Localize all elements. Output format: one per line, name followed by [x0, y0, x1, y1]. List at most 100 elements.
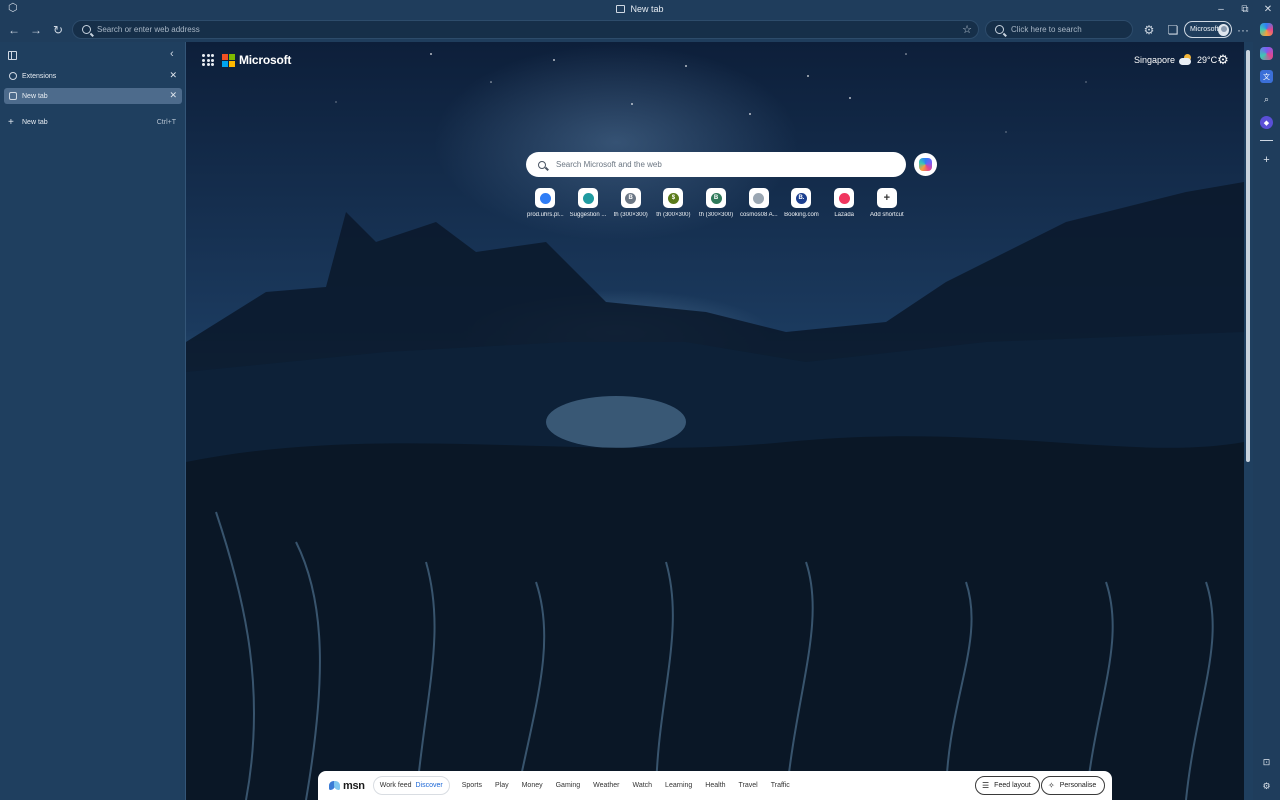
minimize-button[interactable]: – — [1210, 0, 1232, 18]
hide-sidebar-icon[interactable]: ⊡ — [1260, 756, 1273, 769]
quick-link-tile[interactable]: Lazada — [823, 188, 866, 218]
tab-icon — [616, 5, 626, 13]
quick-link-tile[interactable]: B. Booking.com — [780, 188, 823, 218]
msn-logo[interactable]: msn — [329, 780, 365, 792]
forward-button[interactable]: → — [27, 21, 45, 39]
search-icon — [82, 25, 91, 34]
quick-link-tile[interactable]: Bth (300×300) — [609, 188, 652, 218]
quick-link-icon-tile: B. — [791, 188, 812, 208]
category-weather[interactable]: Weather — [593, 782, 619, 789]
category-traffic[interactable]: Traffic — [771, 782, 790, 789]
quick-link-icon-tile: B — [620, 188, 641, 208]
quick-link-label: Add shortcut — [870, 212, 904, 218]
close-tab-icon[interactable]: ✕ — [169, 90, 177, 101]
sidebar-settings-gear-icon[interactable]: ⚙ — [1260, 780, 1273, 793]
bing-search-box[interactable] — [985, 20, 1133, 39]
site-favicon-icon — [753, 192, 765, 204]
quick-link-tile[interactable]: Bth (300×300) — [695, 188, 738, 218]
quick-link-tile[interactable]: Suggestion ... — [567, 188, 610, 218]
close-window-button[interactable]: ✕ — [1257, 0, 1279, 18]
sidebar-divider — [1260, 140, 1273, 141]
plus-icon: + — [881, 192, 893, 204]
vertical-tabs-header: ‹ — [0, 48, 186, 64]
new-tab-page: Microsoft Singapore 29°C ⚙ prod.uhrs.pl.… — [186, 42, 1244, 800]
sparkle-icon: ✧ — [1048, 781, 1055, 790]
feed-layout-button[interactable]: ☰ Feed layout — [975, 776, 1040, 795]
new-tab-label: New tab — [22, 118, 48, 126]
copilot-icon — [919, 158, 932, 171]
category-travel[interactable]: Travel — [739, 782, 758, 789]
plus-icon: + — [8, 116, 14, 128]
site-favicon-icon — [539, 192, 551, 204]
site-favicon-icon — [838, 192, 850, 204]
collections-icon[interactable]: ❏ — [1164, 21, 1182, 39]
copilot-button[interactable] — [914, 153, 937, 176]
quick-link-label: th (300×300) — [656, 212, 691, 218]
quick-link-label: prod.uhrs.pl... — [527, 212, 564, 218]
add-shortcut-button[interactable]: + Add shortcut — [866, 188, 909, 218]
scrollbar-thumb[interactable] — [1246, 50, 1250, 462]
profile-label: Microsoft — [1190, 26, 1219, 33]
apps-launcher-icon[interactable] — [202, 54, 214, 66]
site-favicon-icon: B — [710, 192, 722, 204]
page-settings-gear-icon[interactable]: ⚙ — [1216, 53, 1230, 67]
profile-button[interactable]: Microsoft — [1184, 21, 1232, 38]
personalise-button[interactable]: ✧ Personalise — [1041, 776, 1106, 795]
extensions-icon[interactable]: ⚙ — [1140, 21, 1158, 39]
address-input[interactable] — [97, 25, 937, 34]
sliders-icon: ☰ — [982, 781, 990, 790]
category-health[interactable]: Health — [705, 782, 725, 789]
quick-link-label: Booking.com — [784, 212, 819, 218]
search-icon[interactable]: ⌕ — [1260, 93, 1273, 106]
search-icon — [995, 25, 1004, 34]
tab-work-feed[interactable]: Work feed — [378, 782, 414, 789]
weather-widget[interactable]: Singapore 29°C — [1134, 53, 1217, 65]
quick-link-icon-tile: + — [876, 188, 897, 208]
quick-link-tile[interactable]: cosmos08 A... — [737, 188, 780, 218]
new-tab-button[interactable]: + New tab Ctrl+T — [4, 114, 182, 130]
m365-icon[interactable]: ◆ — [1260, 116, 1273, 129]
feed-layout-label: Feed layout — [994, 782, 1031, 789]
quick-link-tile[interactable]: $ th (300×300) — [652, 188, 695, 218]
tab-extensions[interactable]: Extensions ✕ — [4, 68, 182, 84]
partly-cloudy-icon — [1179, 53, 1193, 65]
favorite-star-icon[interactable]: ☆ — [962, 23, 972, 36]
quick-link-label: Suggestion ... — [569, 212, 607, 218]
category-gaming[interactable]: Gaming — [556, 782, 581, 789]
category-money[interactable]: Money — [522, 782, 543, 789]
tab-label: New tab — [22, 92, 48, 100]
category-watch[interactable]: Watch — [632, 782, 652, 789]
microsoft-logo-icon — [222, 53, 235, 67]
browser-toolbar: ← → ↻ ☆ ⚙ ❏ Microsoft ··· — [0, 18, 1280, 42]
bing-search-input[interactable] — [1011, 25, 1131, 34]
close-tab-icon[interactable]: ✕ — [169, 70, 177, 81]
refresh-button[interactable]: ↻ — [49, 21, 67, 39]
tab-actions-icon[interactable] — [8, 51, 17, 60]
add-sidebar-app-icon[interactable]: + — [1260, 153, 1273, 166]
category-sports[interactable]: Sports — [462, 782, 482, 789]
quick-link-label: cosmos08 A... — [739, 212, 778, 218]
title-bar: ⬡ New tab – ⧉ ✕ — [0, 0, 1280, 18]
web-search-input[interactable] — [556, 160, 886, 169]
restore-button[interactable]: ⧉ — [1234, 0, 1256, 18]
tab-discover[interactable]: Discover — [414, 782, 445, 789]
copilot-icon[interactable] — [1260, 23, 1273, 36]
quick-link-label: th (300×300) — [613, 212, 648, 218]
copilot-sparkle-icon[interactable] — [1260, 47, 1273, 60]
page-scrollbar[interactable] — [1244, 42, 1253, 800]
quick-links: prod.uhrs.pl... Suggestion ... Bth (300×30… — [524, 188, 908, 218]
quick-link-tile[interactable]: prod.uhrs.pl... — [524, 188, 567, 218]
tab-new-tab[interactable]: New tab ✕ — [4, 88, 182, 104]
new-tab-page-icon — [9, 92, 17, 100]
address-bar[interactable]: ☆ — [72, 20, 979, 39]
translator-icon[interactable]: 文 — [1260, 70, 1273, 83]
back-button[interactable]: ← — [5, 21, 23, 39]
more-menu-icon[interactable]: ··· — [1234, 21, 1252, 39]
site-favicon-icon: B — [625, 192, 637, 204]
category-play[interactable]: Play — [495, 782, 509, 789]
web-search-box[interactable] — [526, 152, 906, 177]
quick-link-label: Lazada — [834, 212, 854, 218]
quick-link-icon-tile — [535, 188, 556, 208]
collapse-pane-icon[interactable]: ‹ — [170, 48, 174, 60]
category-learning[interactable]: Learning — [665, 782, 692, 789]
